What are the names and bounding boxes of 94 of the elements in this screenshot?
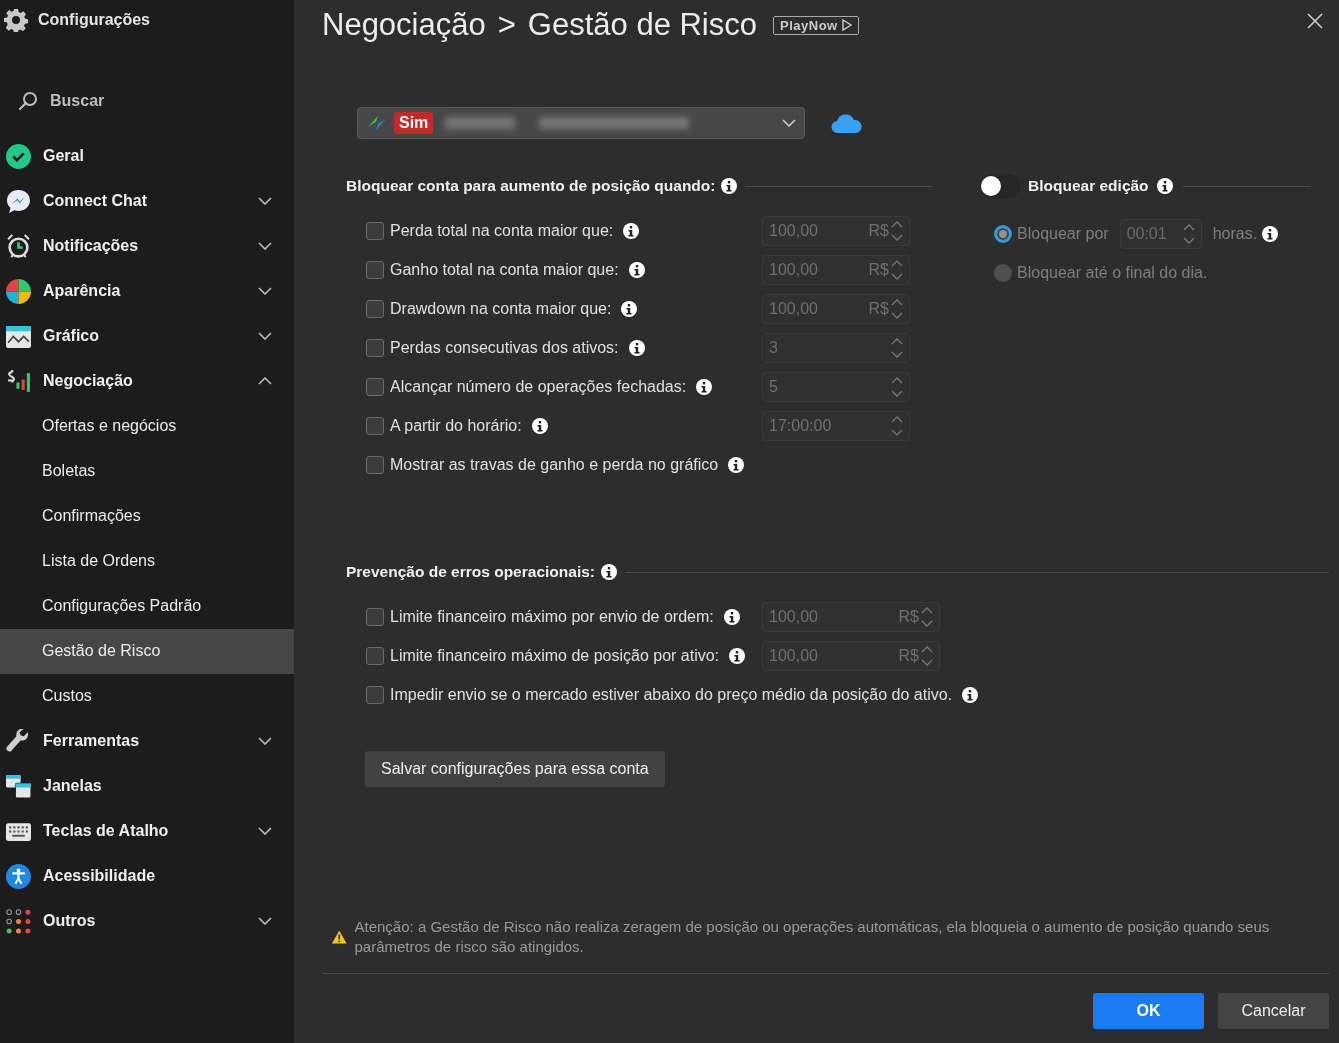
checkbox[interactable] [366, 646, 384, 665]
chevron-icon [258, 332, 272, 340]
option-label: Drawdown na conta maior que: [390, 299, 612, 318]
option-label: Limite financeiro máximo de posição por ativo: [390, 646, 720, 665]
chevron-icon [782, 119, 796, 127]
info-icon[interactable] [729, 647, 746, 664]
sidebar-subitem[interactable]: Custos [0, 673, 294, 719]
page-title: Negociação [322, 7, 486, 43]
checkbox[interactable] [366, 299, 384, 318]
checkbox[interactable] [366, 338, 384, 357]
sidebar-item[interactable]: Ferramentas [0, 718, 294, 764]
warning-icon [332, 929, 347, 945]
play-icon [841, 19, 852, 31]
dollar-candles-icon [6, 368, 31, 394]
chart-window-icon [6, 323, 31, 349]
info-icon[interactable] [531, 417, 548, 434]
page-title: > [497, 7, 516, 43]
checkbox[interactable] [366, 260, 384, 279]
cloud-icon [831, 113, 863, 133]
checkbox[interactable] [366, 455, 384, 474]
section-title: Prevenção de erros operacionais: [346, 563, 595, 581]
check-circle-icon [6, 143, 31, 169]
info-icon[interactable] [962, 686, 979, 703]
sidebar-subitem[interactable]: Boletas [0, 448, 294, 494]
option-label: Ganho total na conta maior que: [390, 260, 619, 279]
sidebar-item[interactable]: Janelas [0, 763, 294, 809]
chevron-icon [258, 197, 272, 205]
sidebar-title: Configurações [38, 11, 150, 29]
sidebar-subitem[interactable]: Gestão de Risco [0, 628, 294, 674]
section-title: Bloquear edição [1028, 177, 1149, 195]
info-icon[interactable] [696, 378, 713, 395]
info-icon[interactable] [723, 608, 740, 625]
option-label: Impedir envio se o mercado estiver abaixo do preço médio da posição do ativo. [390, 685, 953, 704]
chevron-icon [258, 827, 272, 835]
wrench-icon [6, 728, 31, 754]
sidebar-subitem[interactable]: Lista de Ordens [0, 538, 294, 584]
account-dropdown[interactable]: Sim [357, 107, 805, 139]
sidebar-item[interactable]: Notificações [0, 223, 294, 269]
sidebar-item[interactable]: Acessibilidade [0, 853, 294, 899]
chevron-icon [258, 377, 272, 385]
chat-bubble-icon [6, 188, 31, 214]
option-label: Bloquear até o final do dia. [1017, 263, 1208, 282]
checkbox[interactable] [366, 377, 384, 396]
info-icon[interactable] [628, 261, 645, 278]
sidebar-item[interactable]: Teclas de Atalho [0, 808, 294, 854]
info-icon[interactable] [623, 222, 640, 239]
search-field[interactable]: Buscar [50, 92, 250, 110]
save-button[interactable]: Salvar configurações para essa conta [365, 751, 665, 787]
info-icon[interactable] [628, 339, 645, 356]
option-label: Bloquear por [1017, 224, 1109, 243]
color-wheel-icon [6, 278, 31, 304]
info-icon[interactable] [721, 178, 738, 194]
sidebar-subitem[interactable]: Configurações Padrão [0, 583, 294, 629]
chevron-icon [258, 737, 272, 745]
sidebar-item[interactable]: Outros [0, 898, 294, 944]
sidebar-item[interactable]: Gráfico [0, 313, 294, 359]
accessibility-icon [6, 863, 31, 889]
option-label: A partir do horário: [390, 416, 522, 435]
dots-grid-icon [6, 908, 31, 934]
sidebar-item[interactable]: Aparência [0, 268, 294, 314]
checkbox[interactable] [366, 607, 384, 626]
info-icon[interactable] [1156, 178, 1173, 194]
unit-label: horas. [1212, 224, 1258, 243]
chevron-icon [258, 242, 272, 250]
option-label: Limite financeiro máximo por envio de ordem: [390, 607, 714, 626]
sidebar-subitem[interactable]: Confirmações [0, 493, 294, 539]
search-icon [18, 91, 38, 111]
info-icon[interactable] [621, 300, 638, 317]
warning-text: Atenção: a Gestão de Risco não realiza zeragem de posição ou operações automáticas, ela bloqueia o aumento de posição quando seus parâmetros de risco são atingidos. [354, 917, 1271, 957]
chevron-icon [258, 917, 272, 925]
ok-button[interactable]: OK [1093, 993, 1204, 1029]
checkbox[interactable] [366, 221, 384, 240]
option-label: Alcançar número de operações fechadas: [390, 377, 687, 396]
sidebar-item[interactable]: Negociação [0, 358, 294, 404]
close-icon[interactable] [1307, 13, 1323, 29]
option-label: Perdas consecutivas dos ativos: [390, 338, 619, 357]
section-title: Bloquear conta para aumento de posição quando: [346, 177, 716, 195]
sidebar-subitem[interactable]: Ofertas e negócios [0, 403, 294, 449]
info-icon[interactable] [600, 564, 617, 580]
page-title: Gestão de Risco [527, 7, 757, 43]
cancel-button[interactable]: Cancelar [1218, 993, 1329, 1029]
alarm-clock-icon [6, 233, 31, 259]
checkbox[interactable] [366, 685, 384, 704]
chevron-icon [258, 287, 272, 295]
account-tag: Sim [394, 112, 434, 134]
option-label: Perda total na conta maior que: [390, 221, 614, 240]
windows-icon [6, 773, 31, 799]
settings-icon [4, 8, 28, 32]
playnow-badge[interactable]: PlayNow [773, 15, 859, 35]
info-icon[interactable] [728, 456, 745, 473]
option-label: Mostrar as travas de ganho e perda no gráfico [390, 455, 719, 474]
sidebar-item[interactable]: Geral [0, 133, 294, 179]
checkbox[interactable] [366, 416, 384, 435]
sidebar-item[interactable]: Connect Chat [0, 178, 294, 224]
